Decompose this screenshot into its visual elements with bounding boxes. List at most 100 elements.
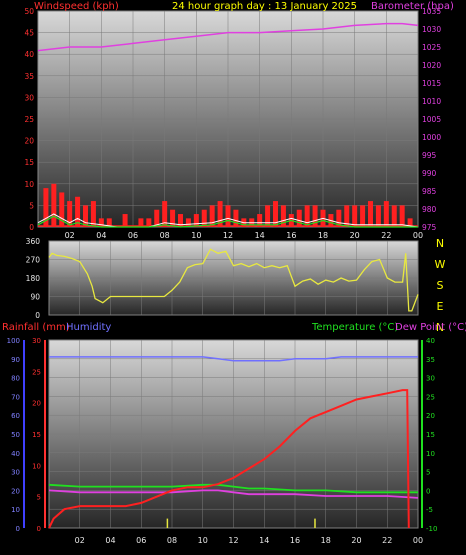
barometer-tick: 1030 <box>422 25 441 34</box>
wind-time-tick: 04 <box>96 231 106 240</box>
wind-peak-bar <box>312 205 318 227</box>
barometer-tick: 985 <box>422 187 437 196</box>
temperature-tick: 0 <box>426 487 430 495</box>
temperature-axis-ticks: -10 -5 0 5 10 15 20 25 30 35 40 <box>426 337 437 533</box>
rainfall-tick: 15 <box>32 431 41 439</box>
temperature-tick: 25 <box>426 393 435 401</box>
direction-axis-ticks: 0 90 180 270 360 <box>26 237 41 320</box>
wind-peak-bar <box>352 205 358 227</box>
wind-peak-bar <box>201 209 207 227</box>
wind-peak-bar <box>296 209 302 227</box>
wind-time-tick: 00 <box>413 231 423 240</box>
windspeed-tick: 0 <box>29 223 34 232</box>
temperature-time-tick: 12 <box>228 536 238 545</box>
barometer-axis-label: Barometer (hpa) <box>371 1 454 12</box>
barometer-tick: 975 <box>422 223 437 232</box>
wind-peak-bar <box>193 214 199 227</box>
weather-graph-canvas: 05101520253035404550 9759809859909951000… <box>2 1 466 545</box>
humidity-tick: 80 <box>11 375 20 383</box>
wind-peak-bar <box>280 205 286 227</box>
rainfall-tick: 5 <box>37 494 41 502</box>
chart-title: 24 hour graph day : 13 January 2025 <box>172 1 357 12</box>
humidity-tick: 10 <box>11 506 20 514</box>
compass-label: E <box>437 300 444 313</box>
wind-peak-bar <box>399 205 405 227</box>
windspeed-tick: 50 <box>24 7 34 16</box>
temperature-time-tick: 14 <box>259 536 269 545</box>
temperature-tick: 10 <box>426 450 435 458</box>
humidity-tick: 0 <box>16 525 20 533</box>
direction-tick: 90 <box>30 293 40 302</box>
temperature-tick: 15 <box>426 431 435 439</box>
temperature-time-tick: 10 <box>198 536 208 545</box>
wind-time-axis-ticks: 02 04 06 08 10 12 14 16 18 20 22 00 <box>65 231 424 240</box>
wind-time-tick: 06 <box>128 231 138 240</box>
humidity-tick: 40 <box>11 450 20 458</box>
rainfall-tick: 0 <box>37 525 41 533</box>
humidity-axis-label: Humidity <box>66 322 111 333</box>
wind-peak-bar <box>391 205 397 227</box>
wind-time-tick: 08 <box>160 231 170 240</box>
dewpoint-axis-label: Dew Point (°C) <box>395 322 466 333</box>
wind-peak-bar <box>368 201 373 227</box>
wind-time-tick: 20 <box>350 231 360 240</box>
temperature-time-tick: 02 <box>75 536 85 545</box>
temperature-tick: 20 <box>426 412 435 420</box>
barometer-tick: 1010 <box>422 97 441 106</box>
barometer-tick: 980 <box>422 205 437 214</box>
wind-peak-bar <box>225 205 231 227</box>
windspeed-tick: 25 <box>24 115 34 124</box>
wind-time-tick: 14 <box>255 231 265 240</box>
temperature-time-tick: 06 <box>136 536 146 545</box>
barometer-tick: 1025 <box>422 43 441 52</box>
humidity-tick: 20 <box>11 487 20 495</box>
windspeed-tick: 45 <box>24 29 34 38</box>
direction-tick: 270 <box>26 256 41 265</box>
temperature-tick: 35 <box>426 356 435 364</box>
direction-tick: 180 <box>26 274 41 283</box>
wind-peak-bar <box>360 205 366 227</box>
rainfall-axis-ticks: 0 5 10 15 20 25 30 <box>32 337 41 533</box>
wind-time-tick: 10 <box>191 231 201 240</box>
barometer-tick: 1015 <box>422 79 441 88</box>
compass-labels: NWSEN <box>435 237 446 334</box>
wind-peak-bar <box>51 183 57 227</box>
rainfall-axis-label: Rainfall (mm) <box>2 322 70 333</box>
wind-peak-bar <box>233 209 239 227</box>
rainfall-tick: 25 <box>32 368 41 376</box>
temperature-time-tick: 20 <box>351 536 361 545</box>
wind-peak-bar <box>375 205 381 227</box>
windspeed-tick: 15 <box>24 158 34 167</box>
direction-tick: 0 <box>35 311 40 320</box>
temperature-tick: 5 <box>426 469 430 477</box>
wind-time-tick: 22 <box>381 231 391 240</box>
rainfall-tick: 10 <box>32 462 41 470</box>
wind-time-tick: 02 <box>65 231 75 240</box>
wind-peak-bar <box>265 205 271 227</box>
compass-label: W <box>435 258 446 271</box>
windspeed-tick: 5 <box>29 201 34 210</box>
barometer-axis-ticks: 975 980 985 990 995 1000 1005 1010 1015 1020 1025 1… <box>422 7 441 232</box>
wind-peak-bar <box>383 201 389 227</box>
barometer-tick: 990 <box>422 169 437 178</box>
temperature-tick: -10 <box>426 525 437 533</box>
temperature-time-tick: 04 <box>105 536 115 545</box>
windspeed-axis-label: Windspeed (kph) <box>34 1 119 12</box>
direction-tick: 360 <box>26 237 41 246</box>
temperature-time-tick: 18 <box>321 536 331 545</box>
compass-label: S <box>437 279 444 292</box>
barometer-tick: 1000 <box>422 133 441 142</box>
temperature-time-tick: 08 <box>167 536 177 545</box>
windspeed-tick: 30 <box>24 93 34 102</box>
humidity-tick: 30 <box>11 469 20 477</box>
temperature-tick: -5 <box>426 506 433 514</box>
windspeed-tick: 35 <box>24 72 34 81</box>
wind-time-tick: 12 <box>223 231 233 240</box>
compass-label: N <box>436 237 444 250</box>
humidity-tick: 70 <box>11 393 20 401</box>
wind-pressure-panel: 05101520253035404550 9759809859909951000… <box>24 1 454 240</box>
temperature-tick: 40 <box>426 337 435 345</box>
humidity-tick: 60 <box>11 412 20 420</box>
wind-time-tick: 18 <box>318 231 328 240</box>
windspeed-axis-ticks: 0 5 10 15 20 25 30 35 40 45 50 <box>24 7 34 232</box>
